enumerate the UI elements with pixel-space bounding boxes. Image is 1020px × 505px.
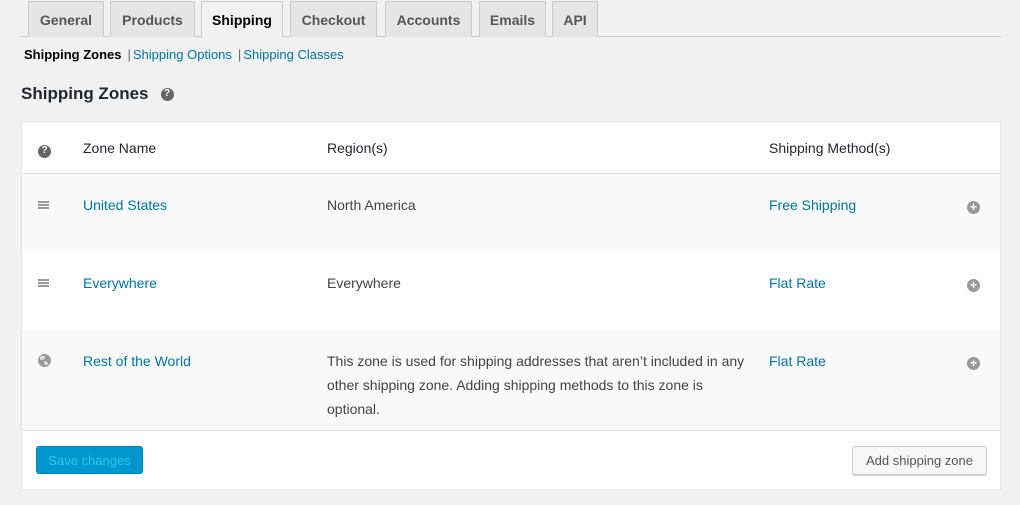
page-title-text: Shipping Zones — [21, 84, 149, 103]
tab-emails[interactable]: Emails — [479, 1, 546, 37]
zone-region: Everywhere — [327, 275, 401, 291]
column-header-zone-name: Zone Name — [83, 140, 157, 156]
add-shipping-method-icon[interactable]: + — [967, 200, 980, 214]
add-method-cell: + — [967, 272, 980, 296]
subnav-separator: | — [127, 47, 131, 62]
zone-region: North America — [327, 197, 416, 213]
table-footer: Save changes Add shipping zone — [22, 431, 1000, 489]
add-shipping-method-icon[interactable]: + — [967, 278, 980, 292]
globe-icon — [38, 354, 51, 367]
drag-handle-icon[interactable] — [38, 201, 49, 209]
shipping-method-link[interactable]: Flat Rate — [769, 349, 826, 373]
drag-cell — [38, 271, 52, 287]
tab-products[interactable]: Products — [110, 1, 195, 37]
zone-name-link[interactable]: Everywhere — [83, 271, 157, 295]
drag-cell — [38, 193, 52, 209]
shipping-zones-table: ? Zone Name Region(s) Shipping Method(s)… — [21, 121, 1001, 489]
tab-general[interactable]: General — [28, 1, 104, 37]
question-circle-icon[interactable]: ? — [38, 144, 51, 158]
add-method-cell: + — [967, 350, 980, 374]
zone-name-link[interactable]: United States — [83, 193, 167, 217]
tab-checkout[interactable]: Checkout — [290, 1, 377, 37]
zone-region-description: This zone is used for shipping addresses… — [327, 353, 745, 417]
subnav-separator: | — [237, 47, 242, 62]
header-icon-cell: ? — [38, 136, 52, 160]
save-changes-button[interactable]: Save changes — [36, 446, 143, 474]
table-row: Rest of the World This zone is used for … — [22, 330, 1000, 431]
column-header-shipping-methods: Shipping Method(s) — [769, 140, 891, 156]
tab-accounts[interactable]: Accounts — [385, 1, 472, 37]
subnav-shipping-classes[interactable]: Shipping Classes — [243, 47, 343, 62]
tab-shipping[interactable]: Shipping — [201, 1, 283, 38]
column-header-regions: Region(s) — [327, 140, 388, 156]
table-row: Everywhere Everywhere Flat Rate + — [22, 252, 1000, 330]
question-circle-icon[interactable]: ? — [160, 87, 174, 101]
add-shipping-method-icon[interactable]: + — [967, 356, 980, 370]
settings-tabs: General Products Shipping Checkout Accou… — [20, 0, 1001, 38]
table-row: United States North America Free Shippin… — [22, 174, 1000, 252]
drag-handle-icon[interactable] — [38, 279, 49, 287]
subnav-shipping-zones[interactable]: Shipping Zones — [24, 47, 122, 62]
globe-cell — [38, 349, 52, 374]
shipping-method-link[interactable]: Free Shipping — [769, 193, 856, 217]
add-shipping-zone-button[interactable]: Add shipping zone — [852, 446, 987, 475]
zone-name-link[interactable]: Rest of the World — [83, 349, 191, 373]
tab-api[interactable]: API — [552, 1, 598, 37]
shipping-method-link[interactable]: Flat Rate — [769, 271, 826, 295]
subnav-shipping-options[interactable]: Shipping Options — [133, 47, 232, 62]
add-method-cell: + — [967, 194, 980, 218]
page-title: Shipping Zones ? — [21, 84, 174, 104]
shipping-subnav: Shipping Zones | Shipping Options | Ship… — [24, 47, 344, 62]
table-header: ? Zone Name Region(s) Shipping Method(s) — [22, 122, 1000, 174]
